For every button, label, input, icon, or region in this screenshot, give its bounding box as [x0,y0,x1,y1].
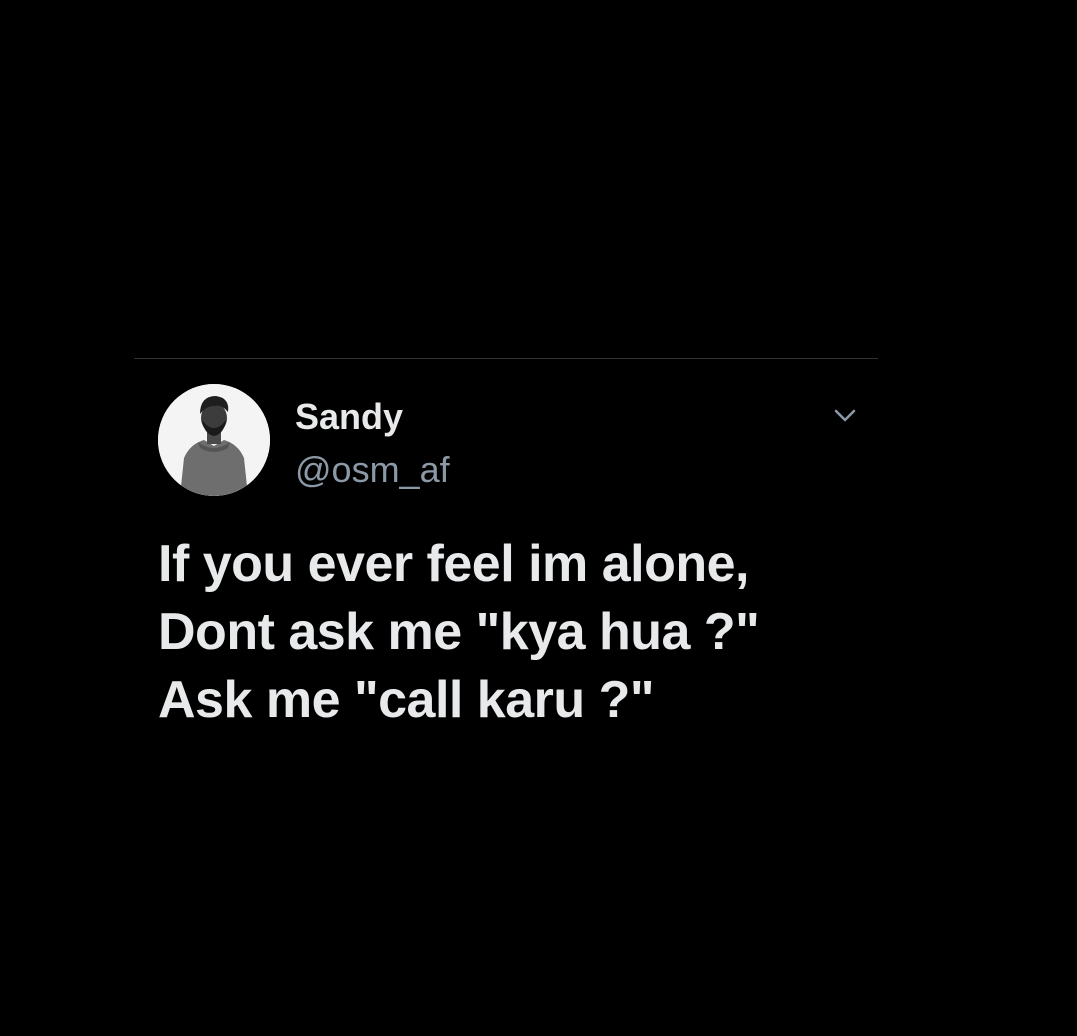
tweet-text-line: Ask me "call karu ?" [158,671,654,729]
tweet-text-line: Dont ask me "kya hua ?" [158,603,760,661]
user-photo-icon [158,384,270,496]
tweet-text: If you ever feel im alone, Dont ask me "… [158,530,858,734]
tweet-menu-button[interactable] [832,402,858,428]
author-avatar[interactable] [158,384,270,496]
tweet-text-line: If you ever feel im alone, [158,535,750,593]
author-handle[interactable]: @osm_af [295,449,450,491]
author-name[interactable]: Sandy [295,396,403,438]
tweet-divider [134,358,878,359]
chevron-down-icon [834,409,856,422]
